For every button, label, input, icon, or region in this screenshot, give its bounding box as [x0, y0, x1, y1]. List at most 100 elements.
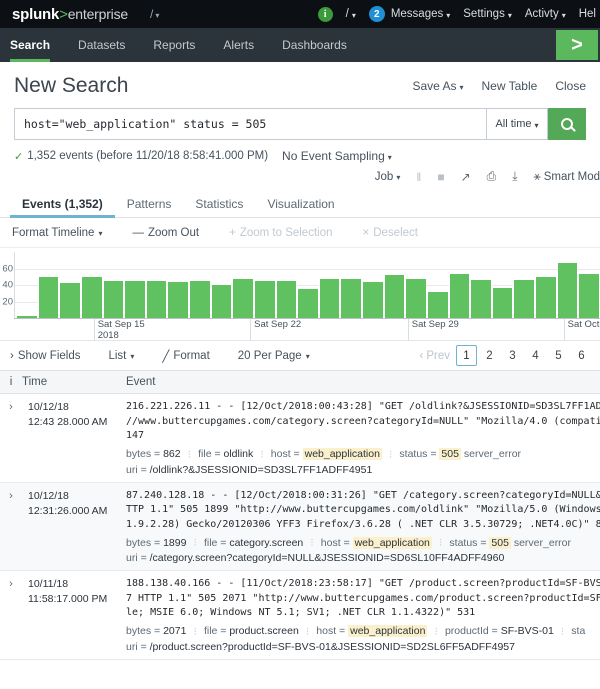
pagination-page-2[interactable]: 2	[479, 345, 500, 366]
event-timestamp[interactable]: 10/11/18 11:58:17.000 PM	[22, 577, 126, 653]
column-header-time[interactable]: Time	[22, 376, 126, 388]
tab-patterns[interactable]: Patterns	[115, 190, 184, 217]
chart-bar[interactable]	[340, 278, 362, 318]
pagination-page-1[interactable]: 1	[456, 345, 477, 366]
expand-row-icon[interactable]: ›	[0, 489, 22, 565]
chart-bar[interactable]	[405, 278, 427, 318]
secondary-app-menu[interactable]: / ▾	[346, 8, 356, 20]
new-table-button[interactable]: New Table	[482, 79, 538, 93]
send-arrow-icon[interactable]: >	[556, 30, 598, 60]
event-field[interactable]: bytes = 862	[126, 448, 181, 460]
chart-plot-area[interactable]	[14, 252, 600, 318]
chart-bar[interactable]	[37, 275, 60, 318]
per-page-menu[interactable]: 20 Per Page ▾	[238, 350, 310, 362]
timeline-chart[interactable]: 60 40 20 Sat Sep 15 2018 Sat Sep 22 Sat Sep 2…	[0, 252, 600, 341]
pagination-page-3[interactable]: 3	[502, 345, 523, 366]
event-field[interactable]: host = web_application	[316, 625, 428, 637]
event-field[interactable]: sta	[571, 625, 585, 637]
print-icon[interactable]: ⎙	[487, 169, 497, 184]
activity-menu[interactable]: Activty ▾	[525, 8, 566, 20]
chart-bar[interactable]	[513, 279, 535, 318]
chart-bar[interactable]	[556, 261, 579, 318]
nav-item-datasets[interactable]: Datasets	[64, 28, 139, 62]
chart-bar[interactable]	[59, 281, 81, 318]
share-icon[interactable]: ↗	[461, 170, 471, 184]
list-view-menu[interactable]: List ▾	[108, 350, 134, 362]
event-field[interactable]: bytes = 1899	[126, 537, 186, 549]
chart-bar[interactable]	[297, 288, 319, 318]
splunk-logo[interactable]: splunk>enterprise	[12, 6, 128, 23]
expand-row-icon[interactable]: ›	[0, 577, 22, 653]
pagination-prev[interactable]: ‹ Prev	[416, 345, 455, 366]
event-field[interactable]: host = web_application	[271, 448, 382, 460]
chart-bar[interactable]	[253, 280, 276, 318]
chart-bar[interactable]	[232, 278, 254, 318]
tab-visualization[interactable]: Visualization	[255, 190, 346, 217]
chart-bar[interactable]	[275, 280, 298, 318]
settings-menu[interactable]: Settings ▾	[463, 8, 512, 20]
nav-item-reports[interactable]: Reports	[139, 28, 209, 62]
zoom-out-button[interactable]: — Zoom Out	[132, 227, 199, 239]
search-mode-menu[interactable]: ⚹ Smart Mod	[534, 169, 600, 184]
event-timestamp[interactable]: 10/12/18 12:31:26.000 AM	[22, 489, 126, 565]
event-field[interactable]: status = 505 server_error	[399, 448, 521, 460]
pagination-page-6[interactable]: 6	[571, 345, 592, 366]
chart-bar[interactable]	[362, 280, 384, 318]
chart-bar[interactable]	[102, 280, 125, 318]
event-timestamp[interactable]: 10/12/18 12:43 28.000 AM	[22, 400, 126, 476]
save-as-button[interactable]: Save As ▾	[412, 79, 463, 93]
chart-bars[interactable]	[16, 252, 600, 318]
event-field[interactable]: file = oldlink	[198, 448, 253, 460]
pause-icon[interactable]: ‖	[416, 170, 421, 184]
tab-events[interactable]: Events (1,352)	[10, 190, 115, 218]
nav-item-dashboards[interactable]: Dashboards	[268, 28, 361, 62]
event-field[interactable]: status = 505 server_error	[449, 536, 571, 549]
chart-bar[interactable]	[145, 280, 168, 318]
chart-bar[interactable]	[210, 284, 233, 318]
chart-bar[interactable]	[426, 290, 449, 318]
event-field[interactable]: productId = SF-BVS-01	[445, 625, 554, 637]
event-sampling-menu[interactable]: No Event Sampling ▾	[282, 149, 392, 163]
nav-item-search[interactable]: Search	[0, 28, 64, 62]
messages-menu[interactable]: 2 Messages ▾	[368, 6, 450, 22]
info-icon[interactable]: i	[317, 6, 333, 22]
chart-bar[interactable]	[383, 274, 406, 318]
help-menu[interactable]: Hel	[579, 8, 596, 20]
chart-bar[interactable]	[167, 280, 189, 318]
search-submit-button[interactable]	[548, 108, 586, 140]
tab-statistics[interactable]: Statistics	[183, 190, 255, 217]
table-row[interactable]: › 10/12/18 12:31:26.000 AM 87.240.128.18 - …	[0, 482, 600, 571]
column-header-event[interactable]: Event	[126, 376, 600, 388]
pagination-page-5[interactable]: 5	[548, 345, 569, 366]
chart-bar[interactable]	[124, 280, 146, 318]
chart-bar[interactable]	[318, 277, 341, 318]
nav-item-alerts[interactable]: Alerts	[209, 28, 268, 62]
show-fields-button[interactable]: › Show Fields	[10, 350, 80, 362]
export-icon[interactable]: ⤓	[512, 169, 517, 184]
event-uri-field[interactable]: uri = /oldlink?&JSESSIONID=SD3SL7FF1ADFF…	[126, 464, 600, 476]
event-field[interactable]: bytes = 2071	[126, 625, 186, 637]
table-row[interactable]: › 10/11/18 11:58:17.000 PM 188.138.40.166 -…	[0, 571, 600, 660]
close-button[interactable]: Close	[555, 79, 586, 93]
event-uri-field[interactable]: uri = /product.screen?productId=SF-BVS-0…	[126, 641, 600, 653]
chart-bar[interactable]	[448, 273, 471, 318]
chart-bar[interactable]	[578, 272, 600, 318]
time-range-picker[interactable]: All time ▾	[486, 108, 548, 140]
event-uri-field[interactable]: uri = /category.screen?categoryId=NULL&J…	[126, 552, 600, 564]
app-switcher-menu[interactable]: / ▾	[150, 7, 159, 21]
format-results-button[interactable]: ╱ Format	[162, 349, 209, 363]
chart-bar[interactable]	[491, 286, 514, 318]
job-menu[interactable]: Job ▾	[375, 171, 401, 183]
chart-bar[interactable]	[535, 275, 557, 318]
chart-bar[interactable]	[470, 279, 492, 318]
search-input[interactable]: host="web_application" status = 505	[14, 108, 486, 140]
table-row[interactable]: › 10/12/18 12:43 28.000 AM 216.221.226.11 -…	[0, 394, 600, 483]
expand-row-icon[interactable]: ›	[0, 400, 22, 476]
event-field[interactable]: file = product.screen	[204, 625, 299, 637]
stop-icon[interactable]: ■	[437, 170, 444, 184]
pagination-page-4[interactable]: 4	[525, 345, 546, 366]
chart-bar[interactable]	[80, 275, 103, 318]
format-timeline-menu[interactable]: Format Timeline ▾	[12, 227, 102, 239]
event-field[interactable]: file = category.screen	[204, 537, 303, 549]
chart-bar[interactable]	[189, 280, 211, 318]
